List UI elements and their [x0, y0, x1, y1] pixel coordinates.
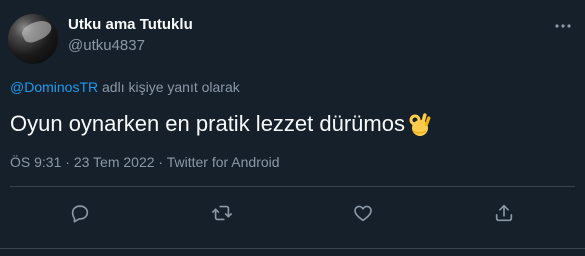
reply-icon[interactable] [69, 202, 91, 224]
author-handle[interactable]: @utku4837 [68, 37, 145, 54]
ok-hand-emoji [407, 111, 431, 137]
separator-dot: · [158, 154, 167, 170]
retweet-icon[interactable] [211, 202, 233, 224]
tweet-text-container: Oyun oynarken en pratik lezzet dürümos [10, 111, 431, 137]
reply-mention-link[interactable]: @DominosTR [10, 79, 98, 95]
author-name[interactable]: Utku ama Tutuklu [68, 16, 193, 33]
tweet-source[interactable]: Twitter for Android [167, 154, 280, 170]
reply-context: @DominosTR adlı kişiye yanıt olarak [10, 79, 240, 95]
reply-context-text: adlı kişiye yanıt olarak [98, 79, 240, 95]
tweet-time[interactable]: ÖS 9:31 [10, 154, 61, 170]
separator-dot: · [65, 154, 74, 170]
divider [0, 248, 585, 249]
tweet-meta: ÖS 9:31 · 23 Tem 2022 · Twitter for Andr… [10, 154, 280, 170]
like-icon[interactable] [352, 202, 374, 224]
tweet-text: Oyun oynarken en pratik lezzet dürümos [10, 111, 405, 136]
share-icon[interactable] [493, 202, 515, 224]
tweet-date[interactable]: 23 Tem 2022 [74, 154, 155, 170]
avatar[interactable] [8, 14, 58, 64]
more-dots-icon[interactable] [553, 16, 573, 36]
divider [10, 186, 575, 187]
